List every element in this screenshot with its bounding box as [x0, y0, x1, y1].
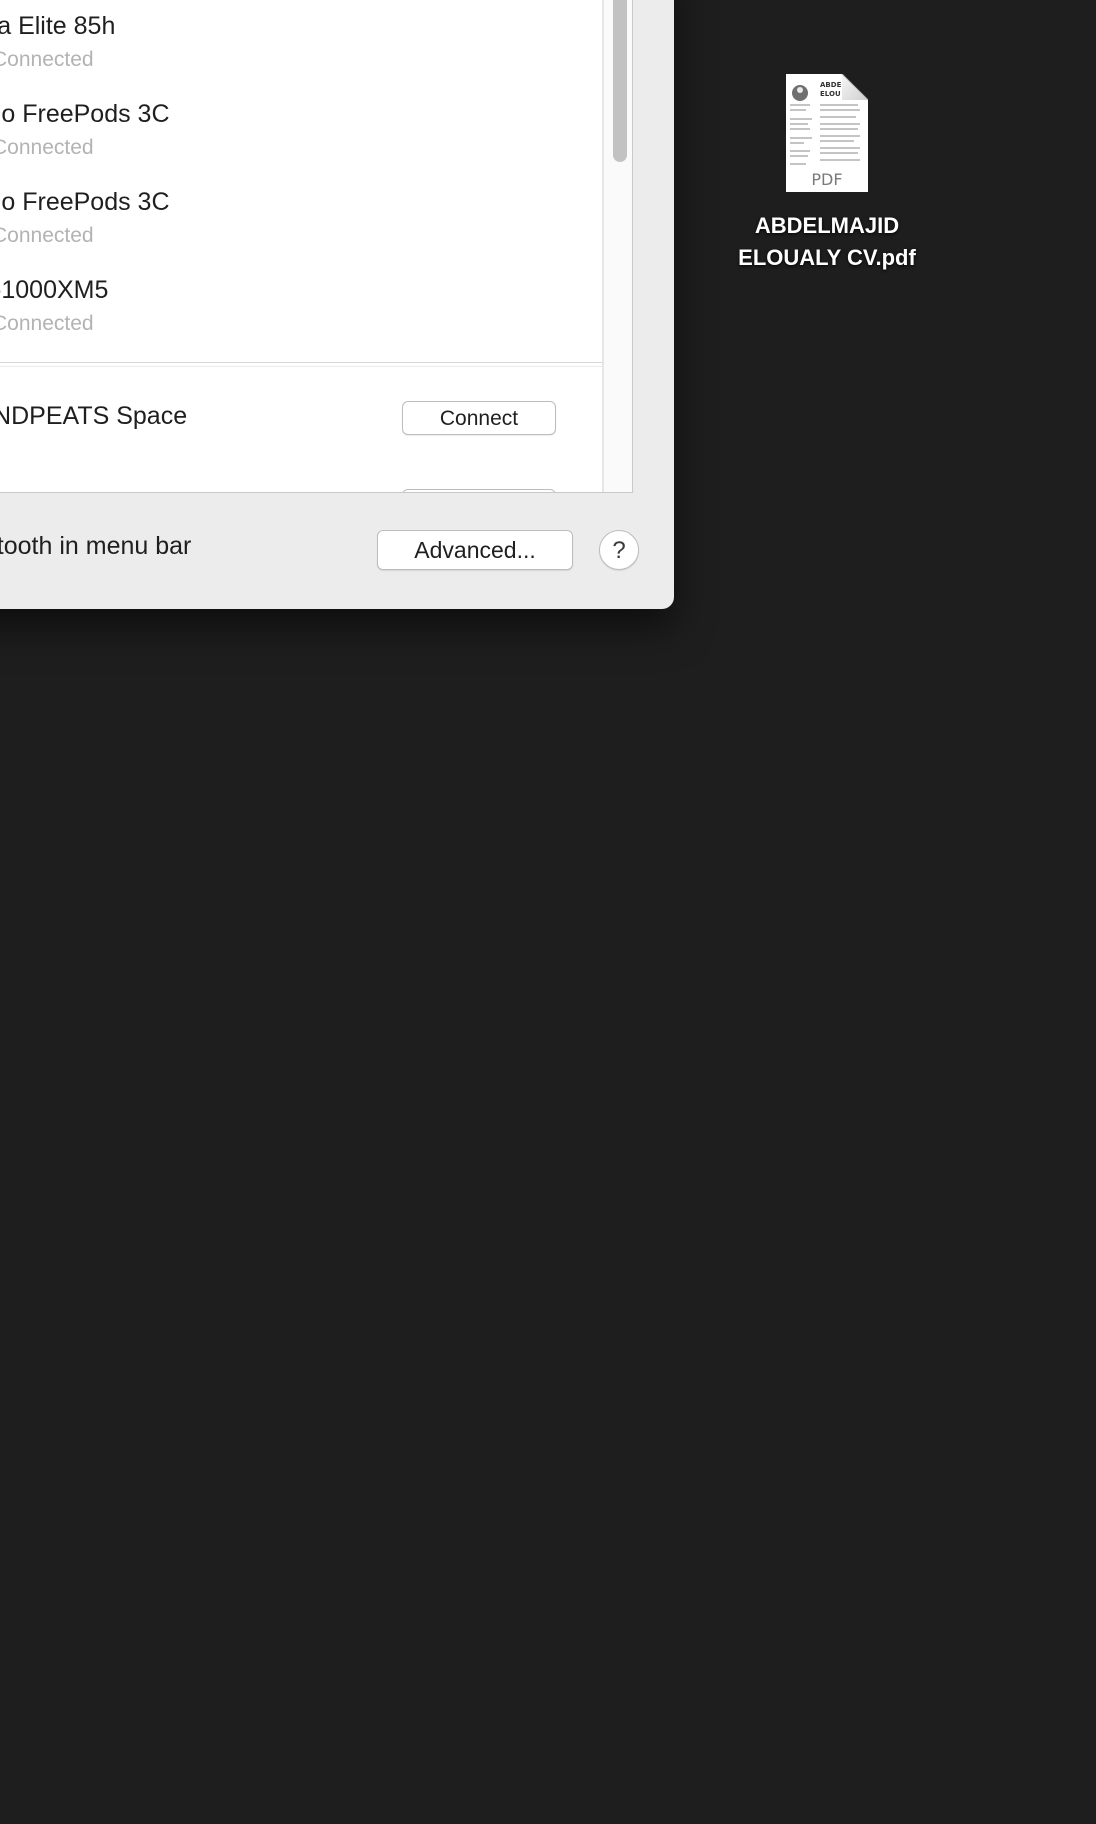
device-status: Connected: [0, 136, 94, 159]
device-row[interactable]: H-1000XM5 Connected: [0, 276, 603, 364]
device-list-content: ora Elite 85h Connected imo FreePods 3C …: [0, 0, 603, 492]
file-name-line: ABDELMAJID: [754, 213, 900, 238]
file-name-label[interactable]: ABDELMAJID ELOUALY CV.pdf: [712, 210, 942, 274]
scrollbar-thumb[interactable]: [613, 0, 627, 162]
help-button[interactable]: ?: [599, 530, 639, 570]
window-footer: uetooth in menu bar Advanced... ?: [0, 492, 674, 609]
section-divider: [0, 366, 603, 367]
bluetooth-preferences-window: ora Elite 85h Connected imo FreePods 3C …: [0, 0, 674, 609]
device-name: H-1000XM5: [0, 276, 109, 304]
device-row[interactable]: imo FreePods 3C Connected: [0, 100, 603, 188]
device-name: imo FreePods 3C: [0, 188, 170, 216]
device-status: Connected: [0, 224, 94, 247]
connect-button[interactable]: Connect: [402, 401, 556, 435]
show-bluetooth-in-menu-bar-label[interactable]: uetooth in menu bar: [0, 532, 191, 561]
file-name-line: ELOUALY CV.pdf: [738, 245, 916, 270]
svg-text:ELOU: ELOU: [820, 90, 841, 98]
pdf-badge: PDF: [811, 170, 842, 189]
desktop: ora Elite 85h Connected imo FreePods 3C …: [0, 0, 1096, 1824]
svg-text:ABDE: ABDE: [820, 81, 842, 89]
section-divider: [0, 362, 603, 363]
device-name: imo FreePods 3C: [0, 100, 170, 128]
scrollbar[interactable]: [603, 0, 632, 492]
device-row[interactable]: imo FreePods 3C Connected: [0, 188, 603, 276]
pdf-file-icon[interactable]: ABDE ELOU PDF: [786, 73, 869, 192]
advanced-button[interactable]: Advanced...: [377, 530, 573, 570]
device-status: Connected: [0, 48, 94, 71]
device-row[interactable]: ora Elite 85h Connected: [0, 12, 603, 100]
device-list: ora Elite 85h Connected imo FreePods 3C …: [0, 0, 633, 493]
device-name: UNDPEATS Space: [0, 402, 188, 430]
device-status: Connected: [0, 312, 94, 335]
device-name: ora Elite 85h: [0, 12, 116, 40]
pdf-document-icon: ABDE ELOU PDF: [786, 73, 869, 192]
